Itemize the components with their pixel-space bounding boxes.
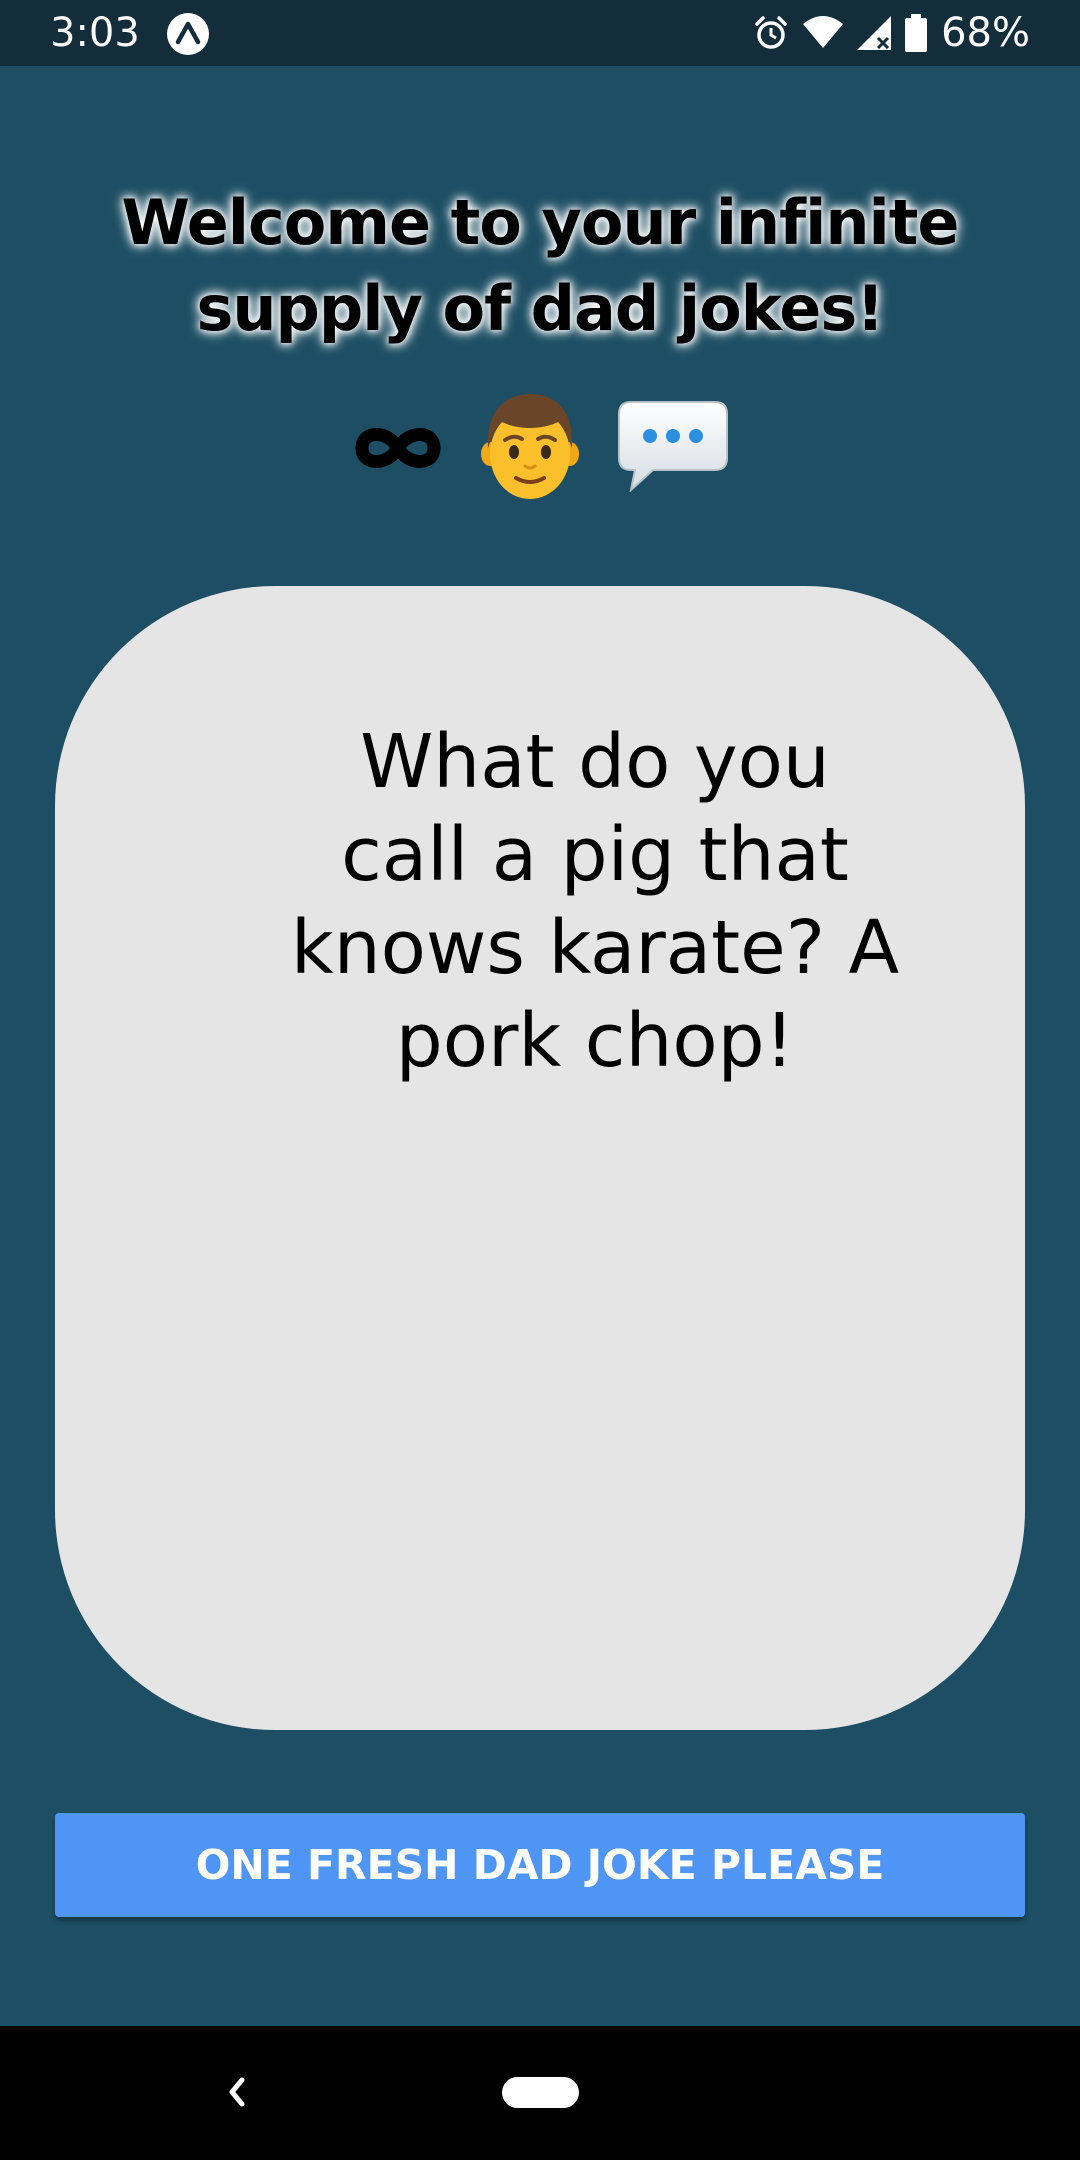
wifi-icon: [803, 16, 844, 48]
infinity-icon: [355, 428, 441, 468]
status-bar: 3:03 68%: [0, 0, 1080, 66]
expo-icon: [167, 13, 209, 55]
welcome-line-1: Welcome to your infinite: [121, 186, 960, 259]
man-icon: [481, 394, 579, 499]
welcome-line-2: supply of dad jokes!: [196, 272, 884, 345]
fresh-joke-button[interactable]: ONE FRESH DAD JOKE PLEASE: [55, 1813, 1025, 1917]
battery-icon: [905, 14, 928, 52]
back-icon[interactable]: [222, 2072, 252, 2112]
joke-card: What do you call a pig that knows karate…: [55, 586, 1025, 1730]
navigation-bar: [0, 2026, 1080, 2160]
joke-text: What do you call a pig that knows karate…: [290, 719, 900, 1084]
emoji-row: [0, 390, 1080, 510]
signal-icon: [857, 16, 892, 50]
battery-percent: 68%: [941, 10, 1030, 56]
welcome-title: Welcome to your infinite supply of dad j…: [90, 180, 990, 352]
status-time: 3:03: [50, 10, 140, 56]
speech-bubble-icon: [618, 401, 728, 492]
status-icons: 68%: [753, 8, 1030, 58]
alarm-icon: [755, 16, 787, 49]
home-pill[interactable]: [502, 2077, 579, 2108]
